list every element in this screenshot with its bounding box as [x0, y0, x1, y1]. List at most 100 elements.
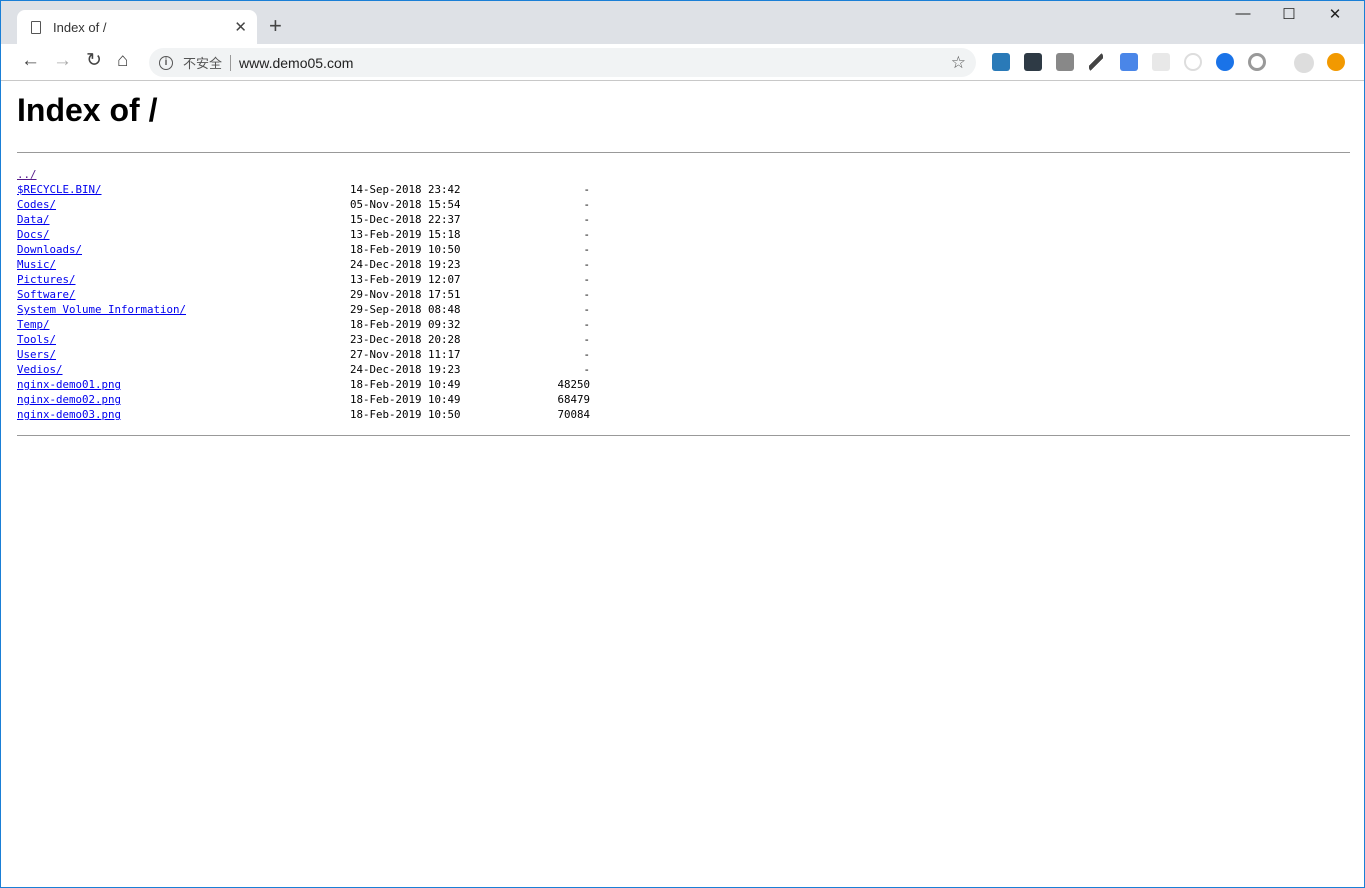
security-label: 不安全 [183, 56, 223, 71]
tab-index[interactable]: Index of / ✕ [17, 10, 257, 44]
file-link[interactable]: Temp/ [17, 318, 50, 331]
messenger-icon[interactable] [1024, 53, 1042, 71]
file-size: 48250 [557, 378, 590, 391]
list-item: Users/27-Nov-2018 11:17 - [17, 348, 617, 363]
modified-date: 15-Dec-2018 22:37 [350, 213, 461, 226]
cupcake-avatar-icon[interactable] [1294, 53, 1314, 73]
gmail-checker-icon[interactable] [1056, 53, 1074, 71]
file-link[interactable]: Docs/ [17, 228, 50, 241]
list-item: Codes/05-Nov-2018 15:54 - [17, 198, 617, 213]
modified-date: 27-Nov-2018 11:17 [350, 348, 461, 361]
file-link[interactable]: $RECYCLE.BIN/ [17, 183, 102, 196]
close-tab-icon[interactable]: ✕ [234, 18, 247, 36]
modified-date: 29-Sep-2018 08:48 [350, 303, 461, 316]
list-item: Downloads/18-Feb-2019 10:50 - [17, 243, 617, 258]
maximize-button[interactable]: ☐ [1266, 5, 1312, 23]
file-link[interactable]: System Volume Information/ [17, 303, 186, 316]
eyedropper-icon[interactable] [1089, 53, 1103, 71]
file-link[interactable]: Vedios/ [17, 363, 63, 376]
tab-title: Index of / [53, 19, 107, 35]
file-size: - [583, 333, 590, 346]
modified-date: 18-Feb-2019 10:49 [350, 393, 461, 406]
file-link[interactable]: nginx-demo01.png [17, 378, 121, 391]
file-size: - [583, 183, 590, 196]
file-list: ../$RECYCLE.BIN/14-Sep-2018 23:42- Codes/… [17, 168, 617, 423]
divider-bottom [17, 435, 1350, 436]
minimize-button[interactable]: — [1220, 5, 1266, 22]
file-link[interactable]: Data/ [17, 213, 50, 226]
home-button[interactable]: ⌂ [117, 51, 128, 71]
file-size: 68479 [557, 393, 590, 406]
modified-date: 13-Feb-2019 15:18 [350, 228, 461, 241]
page-icon [31, 20, 41, 34]
page-content: Index of / ../ $RECYCLE.BIN/14-Sep-2018 2… [9, 82, 1358, 881]
file-link[interactable]: Music/ [17, 258, 56, 271]
file-link[interactable]: Software/ [17, 288, 76, 301]
list-item: Vedios/24-Dec-2018 19:23 - [17, 363, 617, 378]
file-size: 70084 [557, 408, 590, 421]
list-item: System Volume Information/29-Sep-2018 08… [17, 303, 617, 318]
s-icon[interactable] [992, 53, 1010, 71]
file-link[interactable]: Pictures/ [17, 273, 76, 286]
camera-icon[interactable] [1184, 53, 1202, 71]
warning-icon[interactable] [1327, 53, 1345, 71]
file-link[interactable]: nginx-demo03.png [17, 408, 121, 421]
file-link[interactable]: Tools/ [17, 333, 56, 346]
forward-button[interactable]: → [53, 51, 72, 71]
close-window-button[interactable]: ✕ [1312, 5, 1358, 23]
google-translate-icon[interactable] [1120, 53, 1138, 71]
file-link[interactable]: nginx-demo02.png [17, 393, 121, 406]
file-link[interactable]: ../ [17, 168, 37, 181]
list-item: $RECYCLE.BIN/14-Sep-2018 23:42 - [17, 183, 617, 198]
file-size: - [583, 303, 590, 316]
new-tab-button[interactable]: + [269, 13, 282, 39]
modified-date: 24-Dec-2018 19:23 [350, 363, 461, 376]
modified-date: 29-Nov-2018 17:51 [350, 288, 461, 301]
list-item: Music/24-Dec-2018 19:23 - [17, 258, 617, 273]
modified-date: 13-Feb-2019 12:07 [350, 273, 461, 286]
list-item: Docs/13-Feb-2019 15:18 - [17, 228, 617, 243]
bookmark-star-icon[interactable]: ☆ [951, 53, 966, 73]
file-size: - [583, 243, 590, 256]
file-size: - [583, 213, 590, 226]
list-item: nginx-demo01.png 18-Feb-2019 10:49 48250 [17, 378, 617, 393]
divider-top [17, 152, 1350, 153]
reload-button[interactable]: ↻ [86, 51, 102, 71]
file-size: - [583, 258, 590, 271]
back-button[interactable]: ← [21, 51, 40, 71]
blue-extension-icon[interactable] [1216, 53, 1234, 71]
modified-date: 05-Nov-2018 15:54 [350, 198, 461, 211]
list-item: nginx-demo03.png 18-Feb-2019 10:50 70084 [17, 408, 617, 423]
modified-date: 18-Feb-2019 09:32 [350, 318, 461, 331]
file-size: - [583, 288, 590, 301]
modified-date: 24-Dec-2018 19:23 [350, 258, 461, 271]
page-title: Index of / [17, 92, 158, 128]
address-bar[interactable]: i 不安全 www.demo05.com ☆ [149, 48, 976, 77]
divider [230, 54, 232, 71]
modified-date: 18-Feb-2019 10:50 [350, 243, 461, 256]
modified-date: 18-Feb-2019 10:49 [350, 378, 461, 391]
modified-date: 18-Feb-2019 10:50 [350, 408, 461, 421]
list-item: ../ [17, 168, 617, 183]
toolbar: ← → ↻ ⌂ i 不安全 www.demo05.com ☆ [1, 44, 1364, 81]
tab-strip: Index of / ✕ + — ☐ ✕ [1, 1, 1364, 44]
file-size: - [583, 273, 590, 286]
file-link[interactable]: Users/ [17, 348, 56, 361]
modified-date: 23-Dec-2018 20:28 [350, 333, 461, 346]
file-link[interactable]: Downloads/ [17, 243, 82, 256]
file-size: - [583, 198, 590, 211]
file-size: - [583, 228, 590, 241]
file-link[interactable]: Codes/ [17, 198, 56, 211]
url-input[interactable]: www.demo05.com [239, 55, 353, 71]
modified-date: 14-Sep-2018 23:42 [350, 183, 461, 196]
file-size: - [583, 348, 590, 361]
file-size: - [583, 363, 590, 376]
info-icon[interactable]: i [159, 55, 173, 70]
browser-window: Index of / ✕ + — ☐ ✕ ← → ↻ ⌂ i 不安全 www.d… [0, 0, 1365, 888]
list-item: Tools/23-Dec-2018 20:28 - [17, 333, 617, 348]
react-devtools-icon[interactable] [1152, 53, 1170, 71]
list-item: Software/29-Nov-2018 17:51 - [17, 288, 617, 303]
list-item: Data/15-Dec-2018 22:37 - [17, 213, 617, 228]
list-item: Pictures/13-Feb-2019 12:07 - [17, 273, 617, 288]
gray-ring-icon[interactable] [1248, 53, 1266, 71]
